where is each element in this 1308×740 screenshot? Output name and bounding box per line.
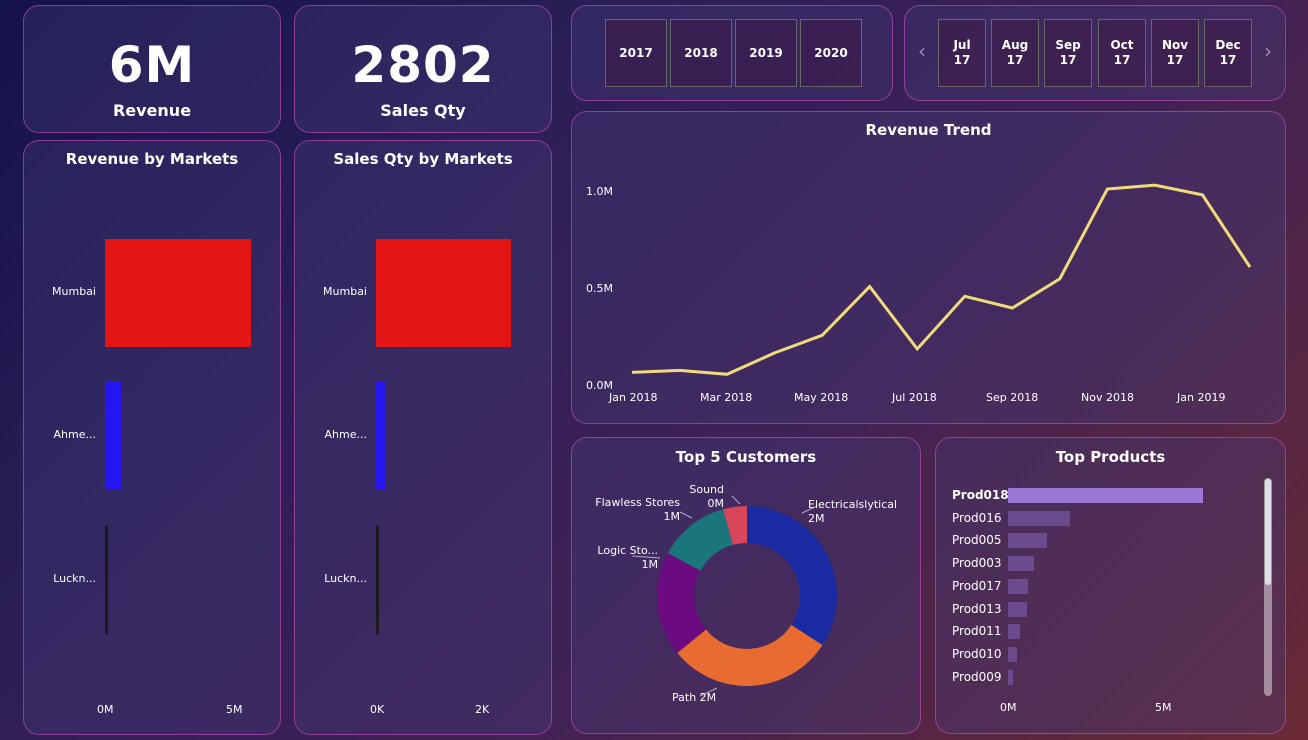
year-slicer: 2017 2018 2019 2020 [571, 5, 893, 101]
revenue-by-markets-card: Revenue by Markets Mumbai Ahme... Luckn...… [23, 140, 281, 735]
product-bar[interactable] [1008, 578, 1029, 594]
top-products-card: Top Products Prod018 Prod016 Prod005 Prod00… [935, 437, 1286, 734]
revenue-market-bar[interactable] [105, 382, 121, 490]
top-customers-card: Top 5 Customers Electricalslytical 2M Pa… [571, 437, 921, 734]
donut-label-sound: Sound 0M [684, 483, 724, 511]
year-tile-2019[interactable]: 2019 [735, 19, 797, 87]
sales-qty-kpi-card: 2802 Sales Qty [294, 5, 552, 133]
product-bar[interactable] [1008, 646, 1018, 662]
revenue-axis-tick-0: 0M [97, 703, 114, 716]
donut-label-name: Electricalslytical [808, 498, 898, 511]
donut-segment-0[interactable] [747, 506, 837, 646]
month-tile-jul[interactable]: Jul 17 [938, 19, 986, 87]
year-tile-2018[interactable]: 2018 [670, 19, 732, 87]
donut-label-name: Logic Sto... [597, 544, 658, 557]
sales-qty-by-markets-card: Sales Qty by Markets Mumbai Ahme... Luckn.… [294, 140, 552, 735]
sales-qty-market-bar-label: Mumbai [323, 285, 367, 298]
sales-qty-by-markets-title: Sales Qty by Markets [333, 150, 513, 168]
revenue-market-bar-label: Luckn... [53, 572, 96, 585]
sales-qty-market-bar-label: Ahme... [324, 428, 367, 441]
products-scrollbar-thumb[interactable] [1264, 478, 1272, 586]
revenue-kpi-label: Revenue [112, 101, 192, 120]
products-axis-tick-0: 0M [1000, 701, 1017, 714]
revenue-market-bar[interactable] [105, 239, 251, 347]
donut-label-value: 0M [707, 497, 725, 510]
sales-qty-market-bar[interactable] [376, 382, 385, 490]
product-bar[interactable] [1008, 556, 1035, 572]
month-tile-month: Aug [1001, 38, 1029, 52]
chevron-right-icon[interactable]: › [1264, 39, 1272, 63]
revenue-kpi-card: 6M Revenue [23, 5, 281, 133]
month-tile-month: Jul [953, 38, 971, 52]
revenue-market-bar-label: Ahme... [53, 428, 96, 441]
product-bar[interactable] [1008, 669, 1013, 685]
products-axis-tick-1: 5M [1155, 701, 1172, 714]
revenue-market-bar[interactable] [105, 526, 108, 634]
sales-qty-market-bar-label: Luckn... [324, 572, 367, 585]
month-tile-nov[interactable]: Nov 17 [1151, 19, 1199, 87]
donut-label-flawless-stores: Flawless Stores 1M [590, 496, 680, 524]
month-tile-year: 17 [1113, 53, 1131, 67]
revenue-kpi-value: 6M [108, 36, 196, 94]
donut-label-value: 2M [808, 512, 825, 525]
donut-label-name: Flawless Stores [595, 496, 680, 509]
donut-leader-line [679, 511, 693, 519]
product-bar[interactable] [1008, 533, 1047, 549]
month-tile-sep[interactable]: Sep 17 [1044, 19, 1092, 87]
donut-label-electricalslytical: Electricalslytical 2M [808, 498, 918, 526]
revenue-trend-line[interactable] [631, 183, 1252, 376]
month-tile-month: Oct [1110, 38, 1134, 52]
chevron-left-icon[interactable]: ‹ [918, 39, 926, 63]
month-tile-month: Nov [1161, 38, 1189, 52]
month-tile-aug[interactable]: Aug 17 [991, 19, 1039, 87]
revenue-axis-tick-1: 5M [226, 703, 243, 716]
month-slicer: ‹ Jul 17 Aug 17 Sep 17 Oct 17 Nov 17 Dec… [904, 5, 1286, 101]
year-tile-2017[interactable]: 2017 [605, 19, 667, 87]
donut-label-name: Path [672, 691, 697, 704]
sales-qty-axis-tick-1: 2K [475, 703, 490, 716]
month-tile-month: Dec [1215, 38, 1241, 52]
sales-qty-kpi-label: Sales Qty [380, 101, 466, 120]
product-bar[interactable] [1008, 510, 1070, 526]
donut-label-value: 1M [641, 558, 659, 571]
sales-qty-kpi-value: 2802 [351, 36, 495, 94]
sales-qty-market-bar[interactable] [376, 526, 379, 634]
product-bar[interactable] [1008, 488, 1204, 503]
top-products-title: Top Products [1055, 448, 1166, 466]
sales-qty-axis-tick-0: 0K [370, 703, 385, 716]
month-tile-year: 17 [953, 53, 971, 67]
donut-label-logic-stores: Logic Sto... 1M [578, 544, 658, 572]
donut-label-name: Sound [689, 483, 724, 496]
revenue-trend-chart[interactable] [572, 112, 1287, 425]
product-bar[interactable] [1008, 601, 1027, 617]
donut-label-path: Path 2M [672, 691, 752, 705]
donut-label-value: 1M [663, 510, 681, 523]
product-bar[interactable] [1008, 624, 1021, 640]
donut-leader-line [731, 495, 741, 505]
revenue-market-bar-label: Mumbai [52, 285, 96, 298]
month-tile-year: 17 [1166, 53, 1184, 67]
month-tile-year: 17 [1006, 53, 1024, 67]
revenue-trend-card: Revenue Trend 1.0M 0.5M 0.0M Jan 2018 Ma… [571, 111, 1286, 424]
month-tile-month: Sep [1055, 38, 1081, 52]
month-tile-year: 17 [1059, 53, 1077, 67]
year-tile-2020[interactable]: 2020 [800, 19, 862, 87]
month-tile-oct[interactable]: Oct 17 [1098, 19, 1146, 87]
month-tile-dec[interactable]: Dec 17 [1204, 19, 1252, 87]
revenue-by-markets-title: Revenue by Markets [65, 150, 239, 168]
month-tile-year: 17 [1219, 53, 1237, 67]
sales-qty-market-bar[interactable] [376, 239, 511, 347]
donut-label-value: 2M [699, 691, 717, 704]
